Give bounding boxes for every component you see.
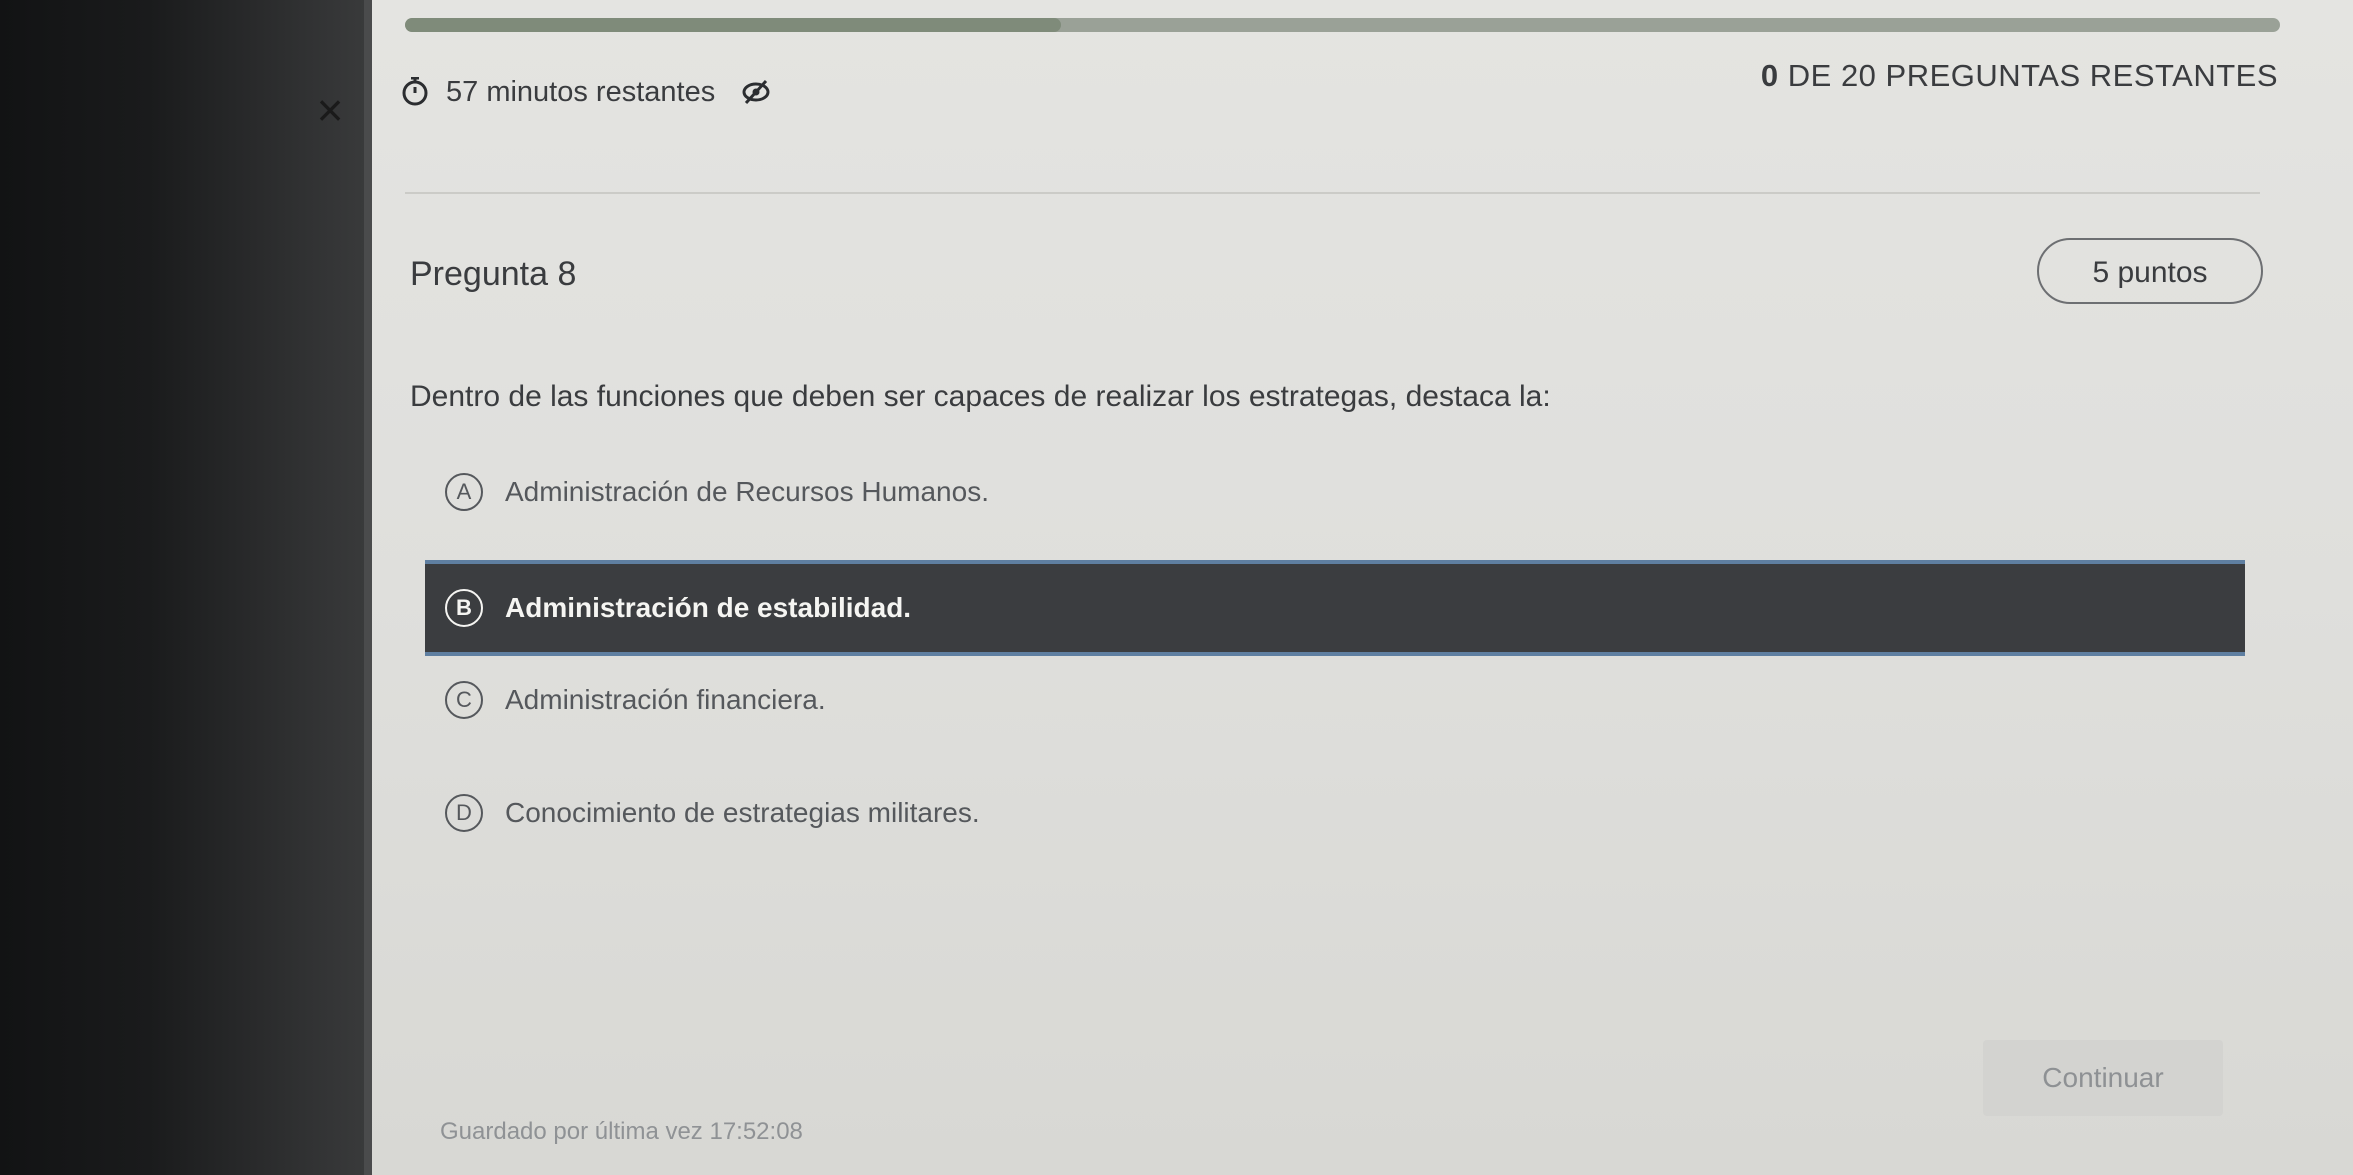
remaining-text: DE 20 PREGUNTAS RESTANTES (1778, 58, 2278, 93)
timer: 57 minutos restantes (400, 72, 771, 112)
question-text: Dentro de las funciones que deben ser ca… (410, 380, 1551, 413)
option-letter: C (445, 681, 483, 719)
last-saved-text: Guardado por última vez 17:52:08 (440, 1118, 803, 1145)
panel-edge (364, 0, 372, 1175)
progress-bar (405, 18, 2280, 32)
option-a[interactable]: A Administración de Recursos Humanos. (425, 452, 2245, 532)
option-c[interactable]: C Administración financiera. (425, 660, 2245, 740)
questions-remaining: 0 DE 20 PREGUNTAS RESTANTES (1761, 58, 2278, 94)
option-label: Administración financiera. (505, 684, 826, 715)
continue-button[interactable]: Continuar (1983, 1040, 2223, 1116)
option-label: Administración de Recursos Humanos. (505, 476, 989, 507)
timer-icon (400, 76, 430, 107)
option-letter: B (445, 589, 483, 627)
option-letter: D (445, 794, 483, 832)
points-badge: 5 puntos (2037, 238, 2263, 304)
option-d[interactable]: D Conocimiento de estrategias militares. (425, 773, 2245, 853)
progress-fill (405, 18, 1062, 32)
question-title: Pregunta 8 (410, 255, 577, 293)
option-letter: A (445, 473, 483, 511)
close-button[interactable]: × (300, 80, 360, 140)
header-divider (405, 192, 2260, 194)
remaining-count: 0 (1760, 58, 1779, 93)
option-label: Conocimiento de estrategias militares. (505, 797, 980, 828)
option-label: Administración de estabilidad. (505, 592, 912, 623)
left-dark-panel (0, 0, 372, 1175)
eye-slash-icon[interactable] (741, 77, 771, 107)
timer-text: 57 minutos restantes (446, 75, 716, 108)
option-b[interactable]: B Administración de estabilidad. (425, 560, 2245, 656)
